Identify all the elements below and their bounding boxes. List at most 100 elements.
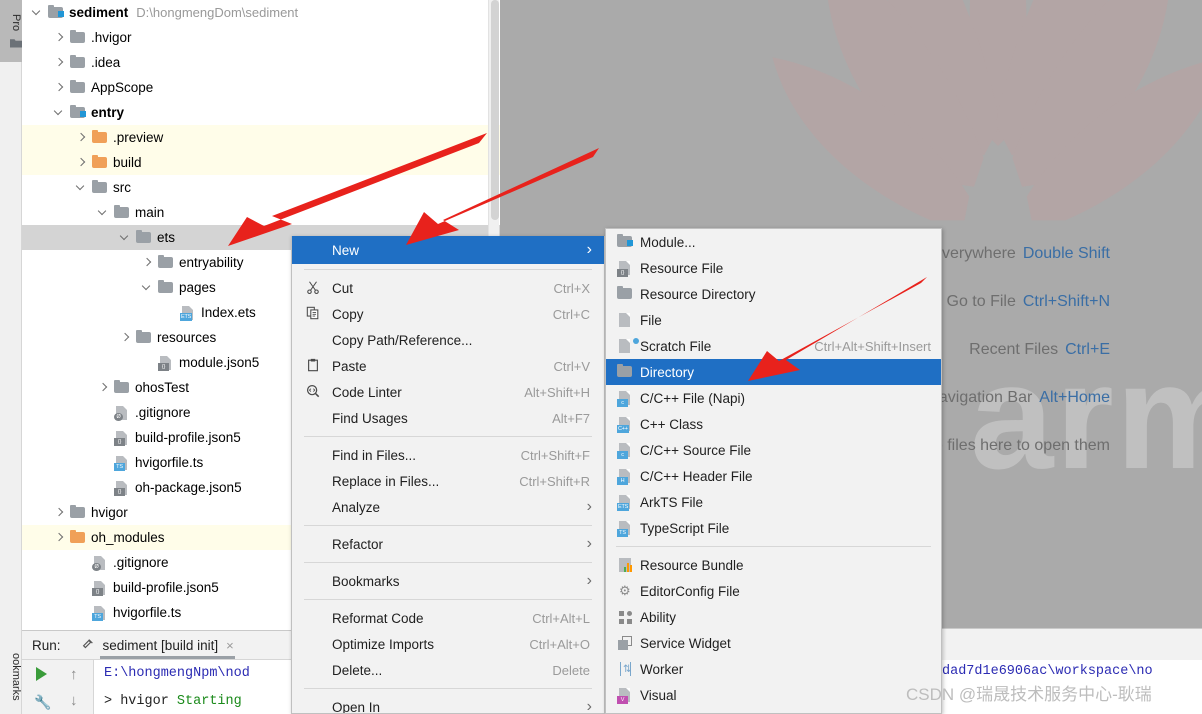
menu-item-find-usages[interactable]: Find Usages Alt+F7	[292, 405, 604, 431]
submenu-item-label: Directory	[640, 364, 695, 380]
submenu-item-typescript-file[interactable]: TS TypeScript File	[606, 515, 941, 541]
menu-item-delete[interactable]: Delete... Delete	[292, 657, 604, 683]
menu-item-refactor[interactable]: Refactor ›	[292, 531, 604, 557]
chevron-right-icon: ›	[586, 572, 592, 589]
tree-row-label: build-profile.json5	[135, 430, 241, 445]
menu-item-analyze[interactable]: Analyze ›	[292, 494, 604, 520]
submenu-item-module[interactable]: Module...	[606, 229, 941, 255]
tree-row-label: Index.ets	[201, 305, 256, 320]
project-scrollbar-thumb[interactable]	[491, 0, 499, 220]
chevron-right-icon[interactable]	[54, 532, 65, 543]
tree-row[interactable]: main	[22, 200, 500, 225]
menu-item-label: Find in Files...	[332, 447, 417, 463]
menu-item-code-linter[interactable]: Code Linter Alt+Shift+H	[292, 379, 604, 405]
chevron-right-icon[interactable]	[142, 257, 153, 268]
tree-row-label: module.json5	[179, 355, 260, 370]
rerun-icon[interactable]	[36, 667, 47, 681]
submenu-item-directory[interactable]: Directory	[606, 359, 941, 385]
submenu-item-c-c-file-napi[interactable]: c C/C++ File (Napi)	[606, 385, 941, 411]
menu-item-copy[interactable]: Copy Ctrl+C	[292, 301, 604, 327]
tool-tab-project[interactable]: Pro	[0, 0, 22, 62]
chevron-right-icon[interactable]	[76, 132, 87, 143]
menu-item-replace-in-files[interactable]: Replace in Files... Ctrl+Shift+R	[292, 468, 604, 494]
submenu-item-worker[interactable]: ⇅ Worker	[606, 656, 941, 682]
tree-row[interactable]: .hvigor	[22, 25, 500, 50]
submenu-item-scratch-file[interactable]: Scratch File Ctrl+Alt+Shift+Insert	[606, 333, 941, 359]
chevron-right-icon[interactable]	[54, 32, 65, 43]
submenu-item-resource-bundle[interactable]: Resource Bundle	[606, 552, 941, 578]
chevron-right-icon[interactable]	[54, 82, 65, 93]
chevron-right-icon[interactable]	[98, 382, 109, 393]
chevron-down-icon[interactable]	[142, 282, 153, 293]
chevron-down-icon[interactable]	[54, 107, 65, 118]
chevron-down-icon[interactable]	[76, 182, 87, 193]
chevron-down-icon[interactable]	[120, 232, 131, 243]
settings-wrench-icon[interactable]: 🔧	[34, 694, 51, 711]
menu-item-shortcut: Ctrl+V	[553, 358, 590, 374]
chevron-down-icon[interactable]	[32, 7, 43, 18]
submenu-item-resource-directory[interactable]: Resource Directory	[606, 281, 941, 307]
submenu-separator	[616, 546, 931, 547]
copy-icon	[306, 306, 332, 323]
tree-row[interactable]: .idea	[22, 50, 500, 75]
tree-row[interactable]: .preview	[22, 125, 500, 150]
json5-file-icon: {}	[157, 354, 174, 371]
tree-row[interactable]: build	[22, 150, 500, 175]
menu-item-new[interactable]: New ›	[292, 236, 604, 264]
scroll-up-icon[interactable]: ↑	[70, 666, 78, 683]
submenu-item-c-class[interactable]: C++ C++ Class	[606, 411, 941, 437]
new-submenu[interactable]: Module...{} Resource File Resource Directo…	[605, 228, 942, 714]
scratch-file-icon	[616, 337, 640, 355]
submenu-item-label: Resource File	[640, 260, 724, 276]
submenu-item-service-widget[interactable]: Service Widget	[606, 630, 941, 656]
submenu-item-visual[interactable]: V Visual	[606, 682, 941, 708]
close-icon[interactable]: ×	[226, 638, 234, 653]
tree-row[interactable]: entry	[22, 100, 500, 125]
context-menu[interactable]: New › Cut Ctrl+X Copy Ctrl+C Copy Path/Referen…	[291, 236, 605, 714]
folder-icon	[113, 379, 130, 396]
submenu-item-arkts-file[interactable]: ETS ArkTS File	[606, 489, 941, 515]
submenu-item-c-c-source-file[interactable]: c C/C++ Source File	[606, 437, 941, 463]
tree-row[interactable]: sediment D:\hongmengDom\sediment	[22, 0, 500, 25]
run-toolbar[interactable]: 🔧 ↑ ↓	[22, 660, 94, 714]
chevron-right-icon[interactable]	[54, 507, 65, 518]
menu-item-label: Refactor	[332, 536, 384, 552]
scroll-down-icon[interactable]: ↓	[70, 692, 78, 709]
run-tab[interactable]: sediment [build init] ×	[79, 637, 236, 654]
menu-item-find-in-files[interactable]: Find in Files... Ctrl+Shift+F	[292, 442, 604, 468]
menu-item-paste[interactable]: Paste Ctrl+V	[292, 353, 604, 379]
hint-label: Recent Files	[969, 341, 1059, 358]
submenu-item-file[interactable]: File	[606, 307, 941, 333]
menu-item-copy-path-reference[interactable]: Copy Path/Reference...	[292, 327, 604, 353]
submenu-item-editorconfig-file[interactable]: ⚙ EditorConfig File	[606, 578, 941, 604]
chevron-right-icon[interactable]	[54, 57, 65, 68]
tree-row[interactable]: AppScope	[22, 75, 500, 100]
json5-file-icon: {}	[113, 479, 130, 496]
tree-row-label: ets	[157, 230, 176, 245]
chevron-right-icon[interactable]	[120, 332, 131, 343]
menu-item-cut[interactable]: Cut Ctrl+X	[292, 275, 604, 301]
folder-icon	[616, 363, 640, 381]
chevron-right-icon[interactable]	[76, 157, 87, 168]
menu-item-reformat-code[interactable]: Reformat Code Ctrl+Alt+L	[292, 605, 604, 631]
submenu-item-resource-file[interactable]: {} Resource File	[606, 255, 941, 281]
menu-item-bookmarks[interactable]: Bookmarks ›	[292, 568, 604, 594]
tree-row-label: .gitignore	[113, 555, 169, 570]
submenu-item-label: C/C++ Header File	[640, 468, 753, 484]
folder-icon	[157, 279, 174, 296]
folder-icon	[69, 54, 86, 71]
menu-item-open-in[interactable]: Open In ›	[292, 694, 604, 713]
ts-file-icon: TS	[91, 604, 108, 621]
tree-row-label: main	[135, 205, 165, 220]
menu-item-label: Optimize Imports	[332, 636, 435, 652]
tool-tab-bookmarks[interactable]: ookmarks	[0, 640, 22, 714]
menu-item-optimize-imports[interactable]: Optimize Imports Ctrl+Alt+O	[292, 631, 604, 657]
submenu-item-label: EditorConfig File	[640, 583, 740, 599]
tree-row[interactable]: src	[22, 175, 500, 200]
chevron-down-icon[interactable]	[98, 207, 109, 218]
submenu-item-ability[interactable]: Ability	[606, 604, 941, 630]
resource-bundle-icon	[616, 556, 640, 574]
submenu-item-c-c-header-file[interactable]: H C/C++ Header File	[606, 463, 941, 489]
